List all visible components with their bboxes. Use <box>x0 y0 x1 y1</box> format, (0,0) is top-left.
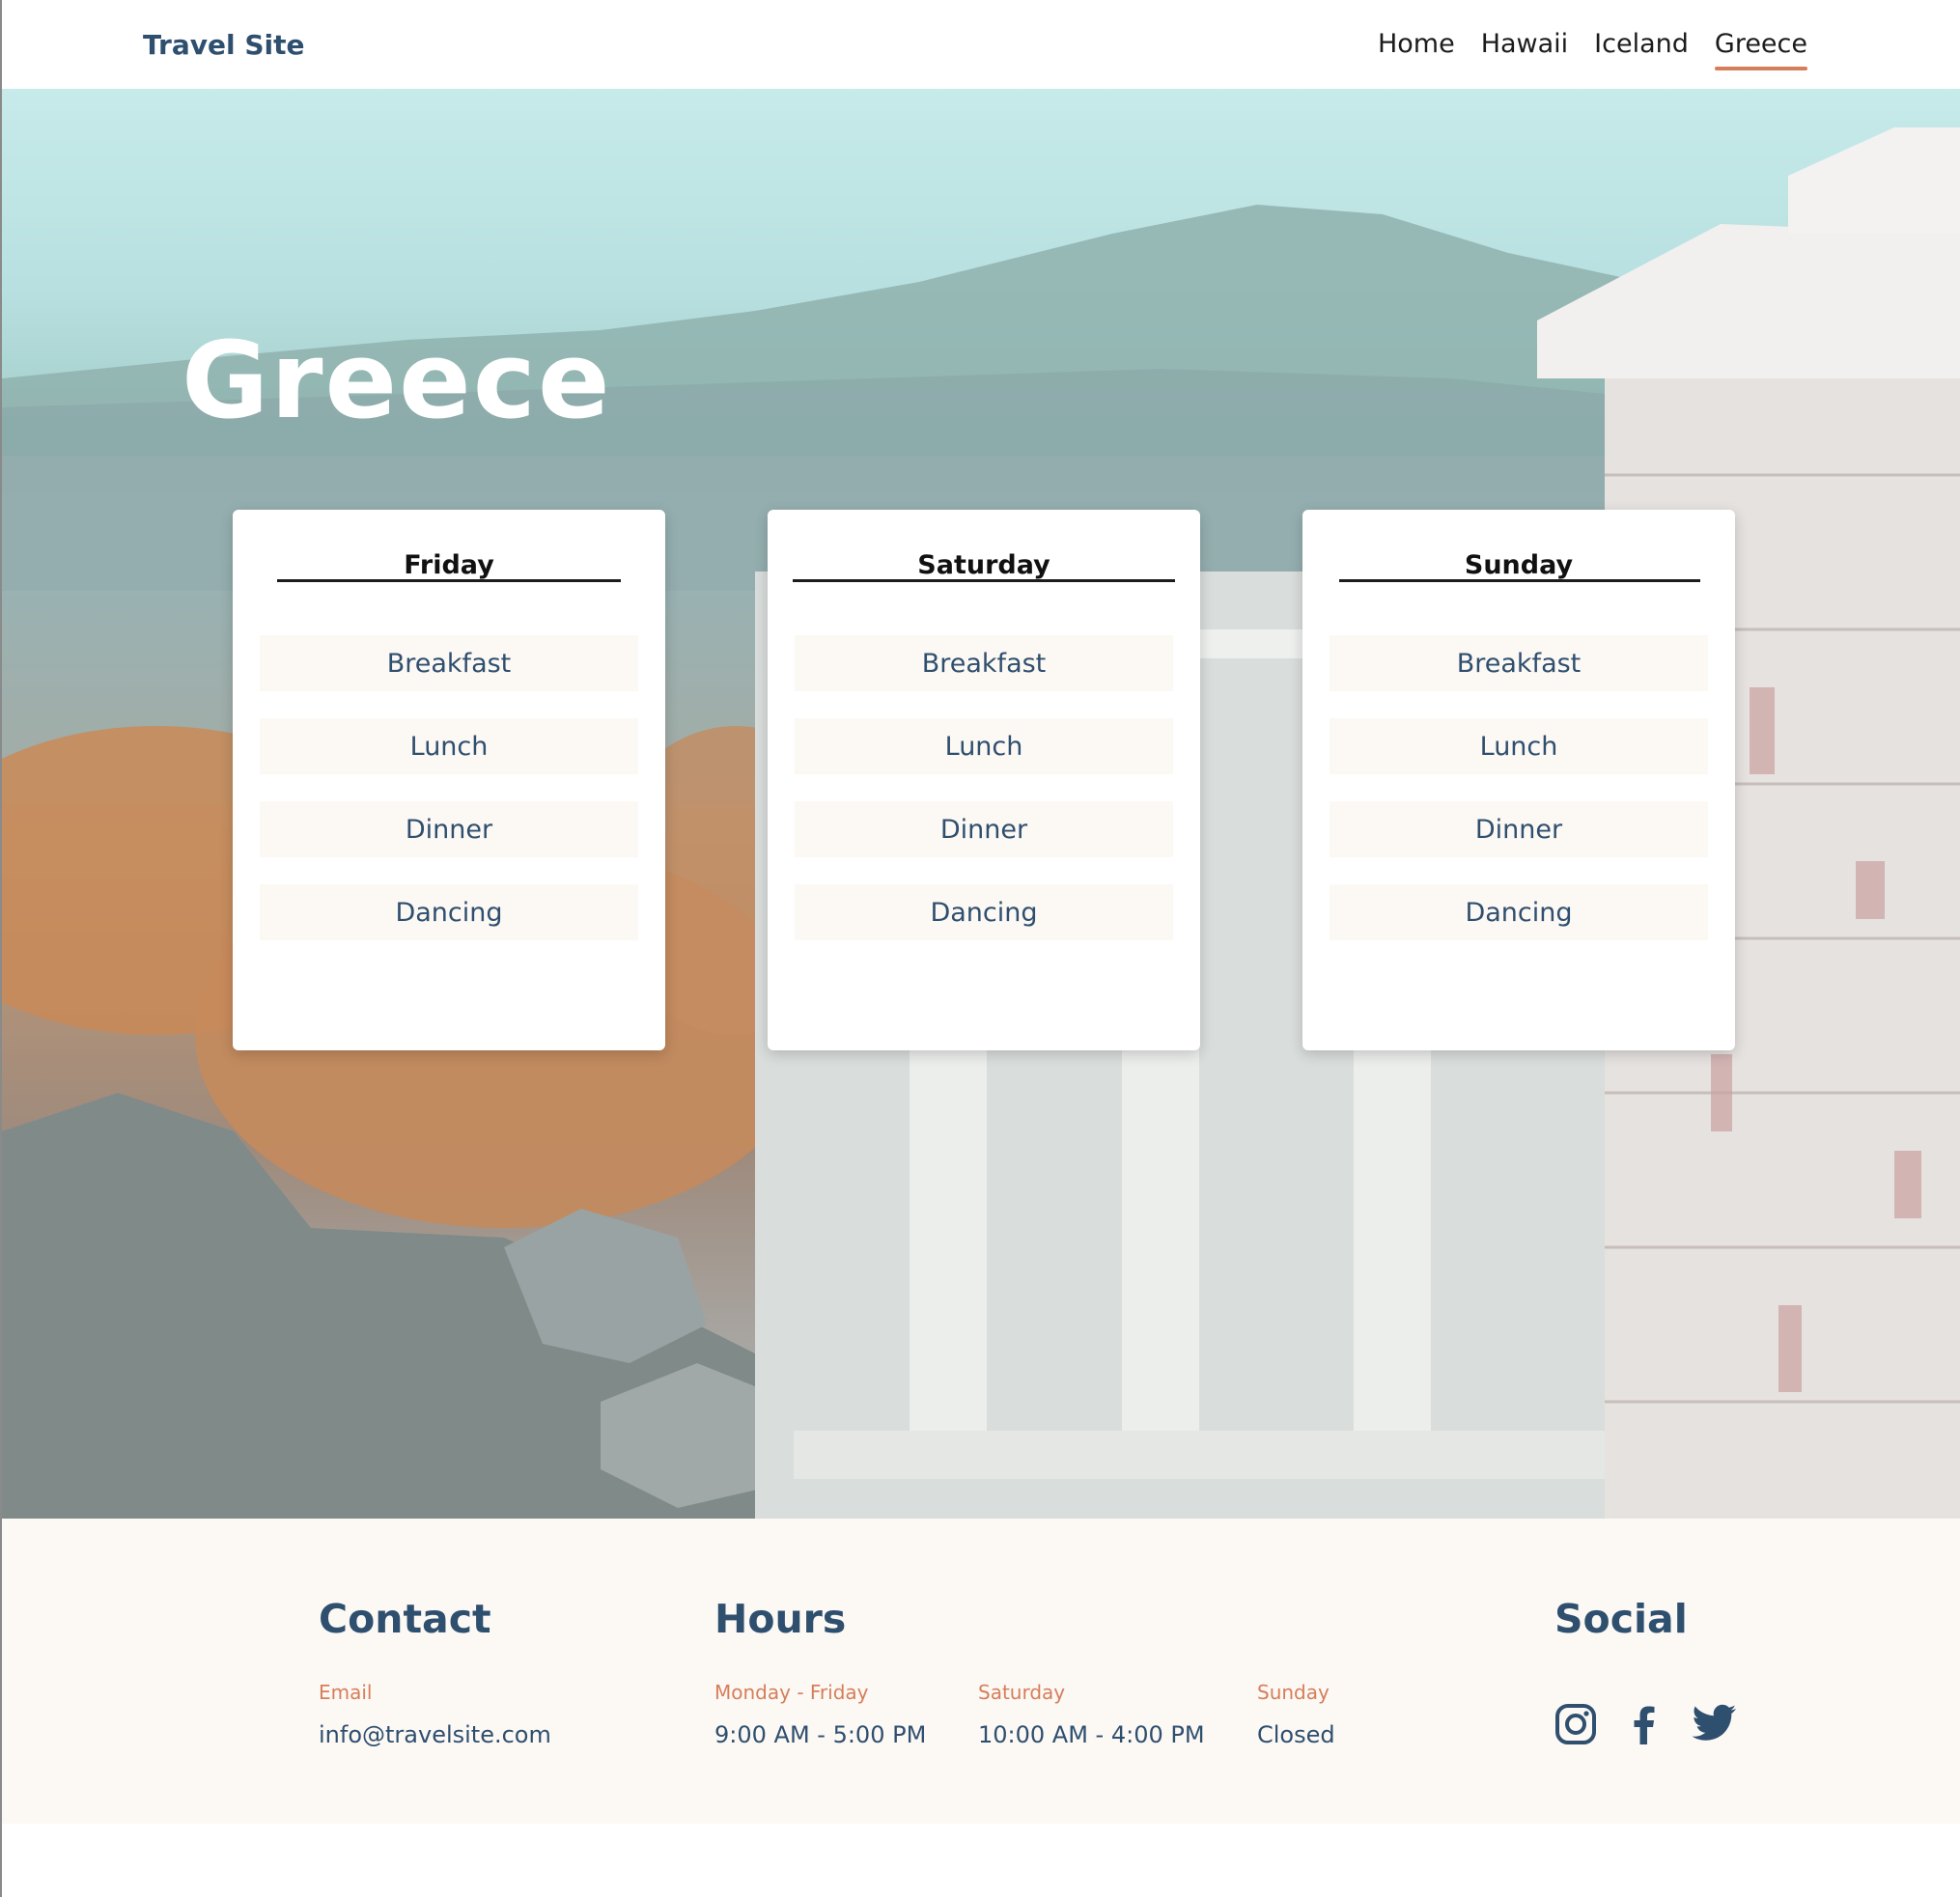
nav-item-hawaii[interactable]: Hawaii <box>1481 29 1568 70</box>
list-item[interactable]: Lunch <box>260 718 638 774</box>
list-item[interactable]: Lunch <box>795 718 1173 774</box>
list-item[interactable]: Breakfast <box>260 635 638 691</box>
title-divider <box>277 579 621 582</box>
hours-label-saturday: Saturday <box>978 1681 1066 1704</box>
day-title: Friday <box>404 550 494 580</box>
nav-item-home[interactable]: Home <box>1378 29 1455 70</box>
hours-label-weekdays: Monday - Friday <box>714 1681 869 1704</box>
social-links <box>1554 1702 1738 1746</box>
list-item[interactable]: Dancing <box>260 884 638 940</box>
list-item[interactable]: Breakfast <box>795 635 1173 691</box>
day-card-saturday: Saturday Breakfast Lunch Dinner Dancing <box>768 510 1200 1050</box>
main-nav: Home Hawaii Iceland Greece <box>1378 29 1808 70</box>
day-title: Sunday <box>1464 550 1574 580</box>
hours-value-saturday: 10:00 AM - 4:00 PM <box>978 1721 1205 1748</box>
contact-heading: Contact <box>319 1596 491 1642</box>
hours-value-sunday: Closed <box>1257 1721 1335 1748</box>
title-divider <box>1339 579 1700 582</box>
site-footer: Contact Email info@travelsite.com Hours … <box>2 1519 1960 1824</box>
email-label: Email <box>319 1681 373 1704</box>
hours-heading: Hours <box>714 1596 847 1642</box>
hours-value-weekdays: 9:00 AM - 5:00 PM <box>714 1721 927 1748</box>
list-item[interactable]: Lunch <box>1330 718 1708 774</box>
list-item[interactable]: Dinner <box>1330 801 1708 857</box>
list-item[interactable]: Dancing <box>795 884 1173 940</box>
nav-item-greece[interactable]: Greece <box>1714 29 1808 70</box>
list-item[interactable]: Dinner <box>260 801 638 857</box>
instagram-icon[interactable] <box>1554 1703 1597 1745</box>
list-item[interactable]: Dancing <box>1330 884 1708 940</box>
facebook-icon[interactable] <box>1622 1702 1666 1746</box>
title-divider <box>793 579 1175 582</box>
day-card-sunday: Sunday Breakfast Lunch Dinner Dancing <box>1302 510 1735 1050</box>
twitter-icon[interactable] <box>1692 1703 1738 1745</box>
list-item[interactable]: Breakfast <box>1330 635 1708 691</box>
site-header: Travel Site Home Hawaii Iceland Greece <box>2 0 1960 89</box>
day-title: Saturday <box>917 550 1050 580</box>
social-heading: Social <box>1554 1596 1688 1642</box>
list-item[interactable]: Dinner <box>795 801 1173 857</box>
page-title: Greece <box>182 319 612 442</box>
page: Travel Site Home Hawaii Iceland Greece G… <box>0 0 1960 1897</box>
hours-label-sunday: Sunday <box>1257 1681 1330 1704</box>
email-link[interactable]: info@travelsite.com <box>319 1721 551 1748</box>
nav-item-iceland[interactable]: Iceland <box>1594 29 1689 70</box>
brand-logo[interactable]: Travel Site <box>143 29 304 61</box>
hero-section: Greece Friday Breakfast Lunch Dinner Dan… <box>2 89 1960 1519</box>
day-card-friday: Friday Breakfast Lunch Dinner Dancing <box>233 510 665 1050</box>
